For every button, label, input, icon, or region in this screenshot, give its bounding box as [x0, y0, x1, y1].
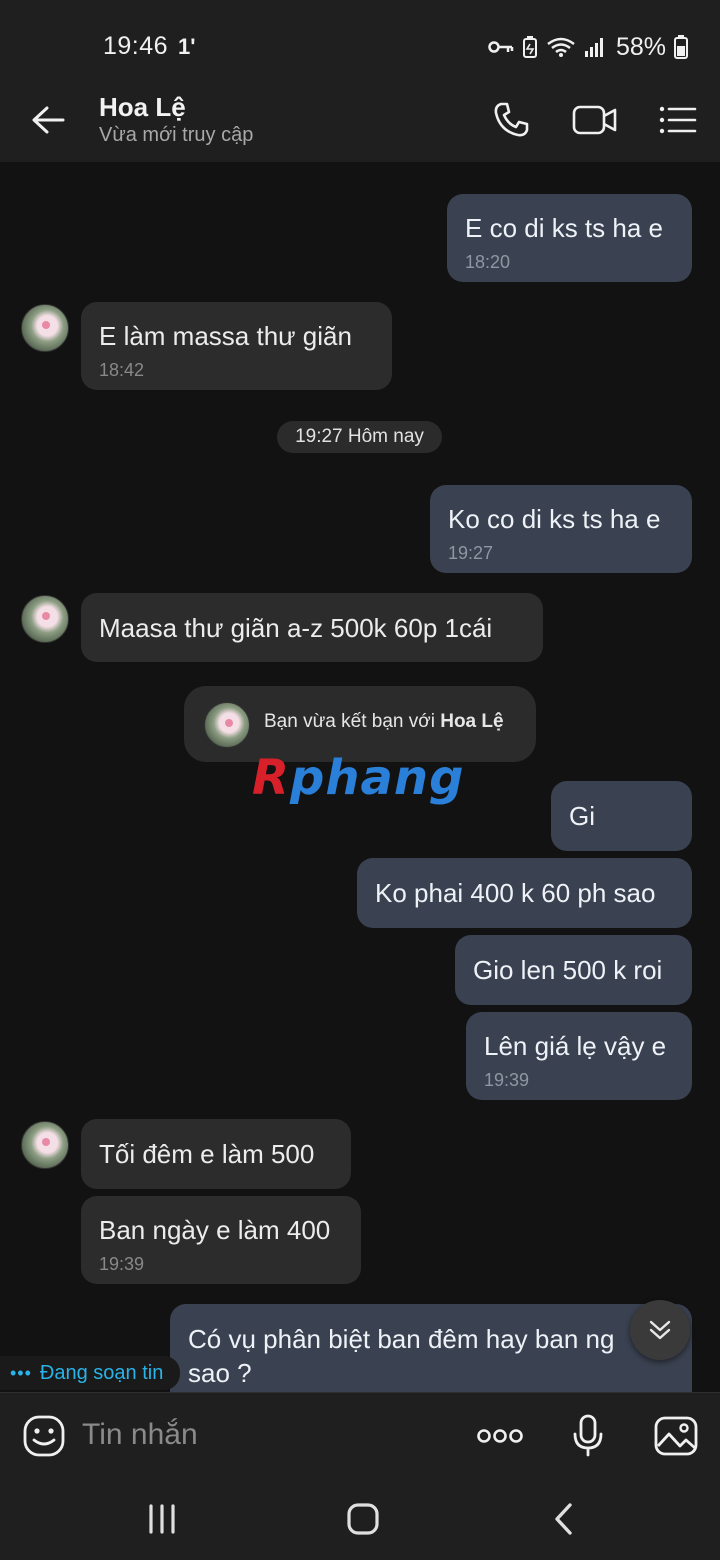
message-list[interactable]: E co di ks ts ha e 18:20 E làm massa thư…	[0, 162, 720, 1392]
message-bubble-outgoing[interactable]: Có vụ phân biệt ban đêm hay ban ng sao ?	[170, 1304, 692, 1392]
chevron-double-down-icon	[649, 1320, 671, 1340]
battery-percentage: 58%	[615, 32, 666, 61]
message-text: Maasa thư giãn a-z 500k 60p 1cái	[99, 613, 493, 643]
message-text: Có vụ phân biệt ban đêm hay ban ng sao ?	[188, 1324, 615, 1388]
arrow-left-icon	[32, 106, 65, 134]
status-time: 19:46	[103, 32, 169, 60]
message-time: 19:39	[99, 1254, 145, 1274]
contact-avatar[interactable]	[21, 595, 69, 643]
battery-icon	[674, 35, 688, 59]
more-dots-icon	[477, 1429, 523, 1443]
message-bubble-incoming[interactable]: Tối đêm e làm 500	[81, 1119, 351, 1189]
message-time: 19:27	[448, 543, 494, 563]
friend-notice-name: Hoa Lệ	[440, 711, 504, 732]
message-bubble-outgoing[interactable]: Lên giá lẹ vậy e 19:39	[466, 1012, 692, 1100]
typing-text: Đang soạn tin	[39, 1361, 164, 1384]
message-text: Gio len 500 k roi	[473, 955, 663, 985]
message-bubble-outgoing[interactable]: Gio len 500 k roi	[455, 935, 692, 1005]
video-camera-icon	[572, 105, 617, 135]
microphone-icon	[573, 1414, 603, 1457]
message-input[interactable]	[82, 1415, 442, 1455]
date-separator: 19:27 Hôm nay	[277, 421, 442, 453]
typing-indicator: ••• Đang soạn tin	[0, 1356, 180, 1390]
key-icon	[488, 41, 514, 53]
message-bubble-outgoing[interactable]: Ko phai 400 k 60 ph sao	[357, 858, 692, 928]
message-text: Ko phai 400 k 60 ph sao	[375, 878, 656, 908]
contact-name[interactable]: Hoa Lệ	[99, 92, 186, 123]
home-button[interactable]	[339, 1495, 387, 1543]
contact-avatar-small	[204, 702, 250, 748]
send-image-button[interactable]	[652, 1412, 700, 1460]
video-call-button[interactable]	[571, 96, 619, 144]
image-icon	[654, 1416, 698, 1456]
message-bubble-incoming[interactable]: Ban ngày e làm 400 19:39	[81, 1196, 361, 1284]
call-button[interactable]	[487, 96, 535, 144]
chat-header: Hoa Lệ Vừa mới truy cập	[0, 78, 720, 162]
status-time-indicator: 1'	[178, 34, 196, 59]
watermark-first-letter: R	[252, 750, 290, 806]
system-back-button[interactable]	[540, 1495, 588, 1543]
more-options-button[interactable]	[476, 1412, 524, 1460]
message-composer	[0, 1392, 720, 1478]
message-time: 19:39	[484, 1070, 530, 1090]
status-icons: 58%	[488, 30, 688, 64]
recent-apps-icon	[149, 1504, 175, 1534]
back-button[interactable]	[24, 96, 72, 144]
friend-notice-prefix: Bạn vừa kết bạn với	[264, 711, 441, 732]
message-text: Tối đêm e làm 500	[99, 1139, 315, 1169]
home-icon	[347, 1503, 379, 1535]
contact-avatar[interactable]	[21, 1121, 69, 1169]
voice-message-button[interactable]	[564, 1412, 612, 1460]
message-bubble-outgoing[interactable]: Ko co di ks ts ha e 19:27	[430, 485, 692, 573]
message-bubble-incoming[interactable]: Maasa thư giãn a-z 500k 60p 1cái	[81, 593, 543, 662]
wifi-icon	[547, 37, 575, 57]
menu-button[interactable]	[654, 96, 702, 144]
message-text: E co di ks ts ha e	[465, 213, 663, 243]
message-text: E làm massa thư giãn	[99, 321, 352, 351]
message-bubble-outgoing[interactable]: E co di ks ts ha e 18:20	[447, 194, 692, 282]
message-time: 18:20	[465, 252, 511, 272]
message-text: Gi	[569, 801, 595, 831]
message-text: Ban ngày e làm 400	[99, 1215, 331, 1245]
message-bubble-incoming[interactable]: E làm massa thư giãn 18:42	[81, 302, 392, 390]
battery-saver-icon	[522, 36, 537, 58]
message-text: Lên giá lẹ vậy e	[484, 1031, 667, 1061]
recent-apps-button[interactable]	[138, 1495, 186, 1543]
status-bar: 19:46 1' 58%	[0, 0, 720, 78]
emoji-icon	[23, 1415, 65, 1457]
emoji-button[interactable]	[20, 1412, 68, 1460]
phone-icon	[494, 102, 529, 137]
chevron-left-icon	[555, 1503, 572, 1535]
contact-avatar[interactable]	[21, 304, 69, 352]
message-text: Ko co di ks ts ha e	[448, 504, 661, 534]
signal-icon	[584, 38, 603, 57]
typing-dots-icon: •••	[10, 1362, 32, 1383]
message-time: 18:42	[99, 360, 145, 380]
watermark-logo: Rphang	[252, 750, 464, 806]
watermark-rest: phang	[289, 750, 465, 806]
list-menu-icon	[659, 106, 697, 134]
contact-status: Vừa mới truy cập	[99, 124, 254, 146]
friend-notice-text: Bạn vừa kết bạn với Hoa Lệ	[264, 711, 504, 733]
system-navigation-bar	[0, 1478, 720, 1560]
message-bubble-outgoing[interactable]: Gi	[551, 781, 692, 851]
scroll-to-bottom-button[interactable]	[630, 1300, 690, 1360]
